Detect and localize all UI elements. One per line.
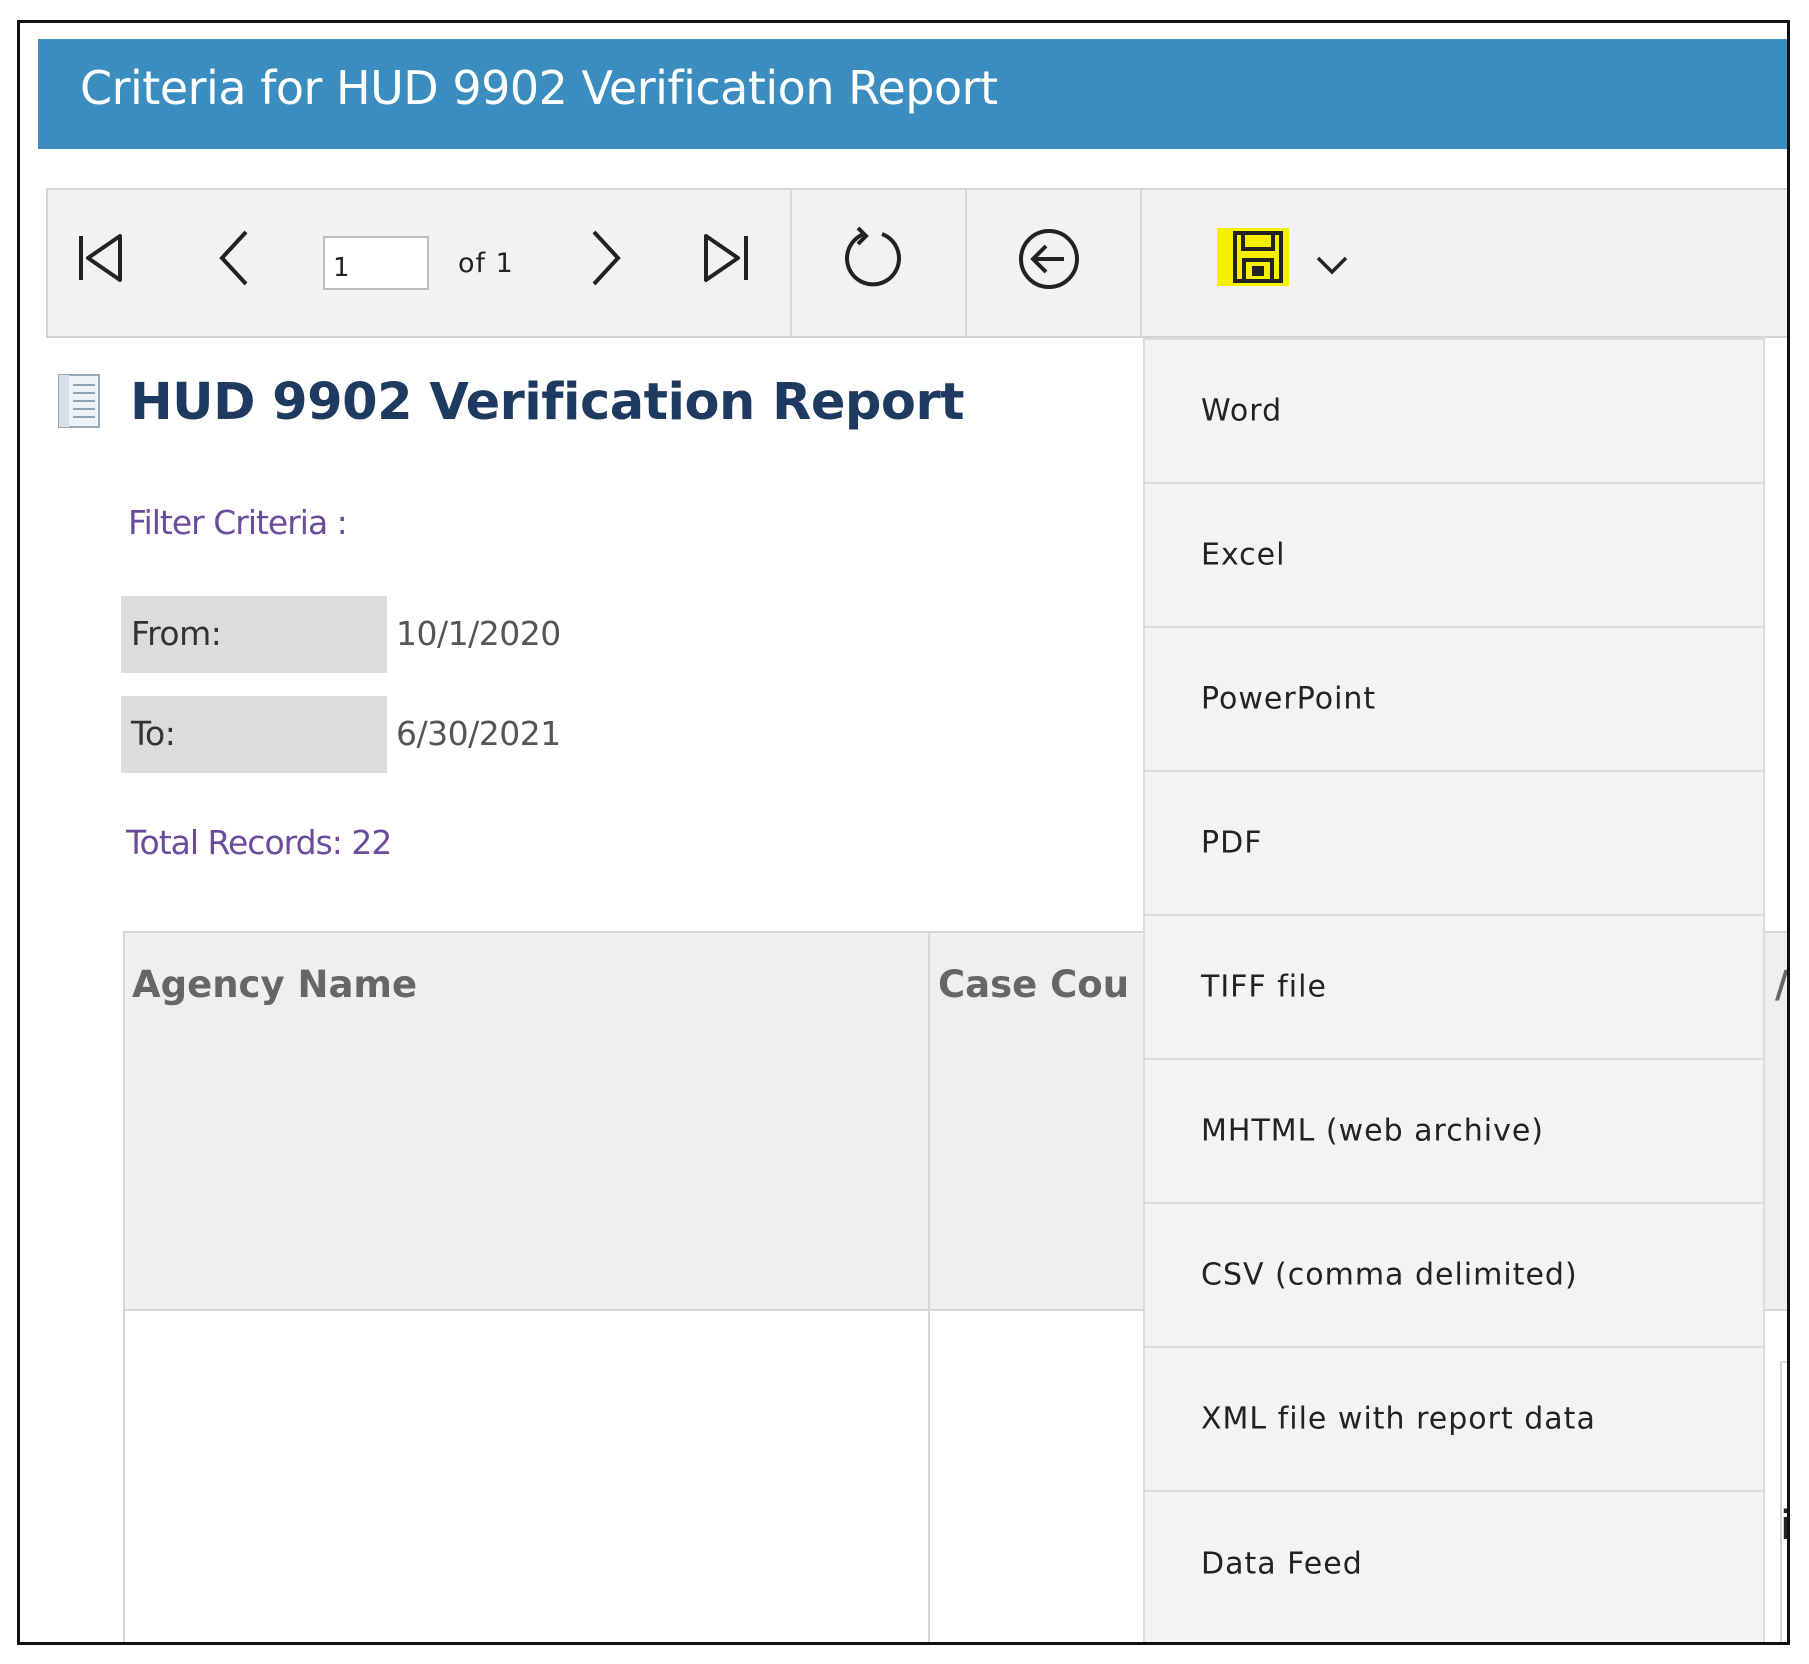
export-menu-item-xml[interactable]: XML file with report data [1145, 1348, 1763, 1492]
total-records: Total Records: 22 [126, 823, 392, 862]
filter-criteria-label: Filter Criteria : [128, 503, 348, 542]
export-menu-item-powerpoint[interactable]: PowerPoint [1145, 628, 1763, 772]
export-menu-item-label: Word [1201, 393, 1283, 429]
export-menu-item-label: MHTML (web archive) [1201, 1113, 1544, 1149]
export-menu-item-label: XML file with report data [1201, 1401, 1596, 1437]
export-menu-item-word[interactable]: Word [1145, 340, 1763, 484]
export-menu-item-mhtml[interactable]: MHTML (web archive) [1145, 1060, 1763, 1204]
refresh-icon[interactable] [838, 224, 908, 294]
export-menu-item-label: TIFF file [1201, 969, 1327, 1005]
table-column-divider [1780, 1363, 1782, 1642]
column-header-agency-name[interactable]: Agency Name [132, 963, 417, 1006]
page-number-input[interactable] [323, 236, 429, 290]
export-menu-item-tiff[interactable]: TIFF file [1145, 916, 1763, 1060]
to-value: 6/30/2021 [396, 714, 561, 753]
previous-page-icon[interactable] [214, 226, 254, 290]
save-icon[interactable] [1232, 230, 1284, 284]
from-label: From: [121, 596, 387, 673]
page-count-label: of 1 [458, 248, 514, 279]
toolbar-separator [790, 190, 792, 336]
report-viewer-window: Criteria for HUD 9902 Verification Repor… [17, 20, 1790, 1645]
export-menu-item-data-feed[interactable]: Data Feed [1145, 1492, 1763, 1636]
back-icon[interactable] [1016, 226, 1082, 292]
chevron-down-icon[interactable] [1314, 254, 1350, 278]
next-page-icon[interactable] [586, 226, 626, 290]
export-menu-item-label: Data Feed [1201, 1546, 1363, 1582]
report-title: HUD 9902 Verification Report [130, 373, 965, 432]
table-left-border [123, 931, 125, 1642]
toolbar-separator [1140, 190, 1142, 336]
criteria-header: Criteria for HUD 9902 Verification Repor… [38, 39, 1787, 149]
export-menu-item-label: CSV (comma delimited) [1201, 1257, 1578, 1293]
column-header-fragment: /p [1775, 963, 1789, 1006]
export-format-menu: Word Excel PowerPoint PDF TIFF file MHTM… [1143, 338, 1765, 1642]
table-column-divider [928, 931, 930, 1642]
to-label: To: [121, 696, 387, 773]
export-menu-item-csv[interactable]: CSV (comma delimited) [1145, 1204, 1763, 1348]
export-menu-item-excel[interactable]: Excel [1145, 484, 1763, 628]
export-menu-item-label: Excel [1201, 537, 1286, 573]
export-menu-item-label: PDF [1201, 825, 1263, 861]
column-header-case-count[interactable]: Case Cou [938, 963, 1129, 1006]
from-value: 10/1/2020 [396, 614, 561, 653]
export-menu-item-pdf[interactable]: PDF [1145, 772, 1763, 916]
last-page-icon[interactable] [698, 228, 754, 288]
export-menu-item-label: PowerPoint [1201, 681, 1377, 717]
header-title: Criteria for HUD 9902 Verification Repor… [80, 61, 998, 115]
report-toolbar: of 1 [46, 188, 1787, 338]
toolbar-separator [965, 190, 967, 336]
first-page-icon[interactable] [74, 228, 128, 288]
report-document-icon [57, 373, 101, 429]
